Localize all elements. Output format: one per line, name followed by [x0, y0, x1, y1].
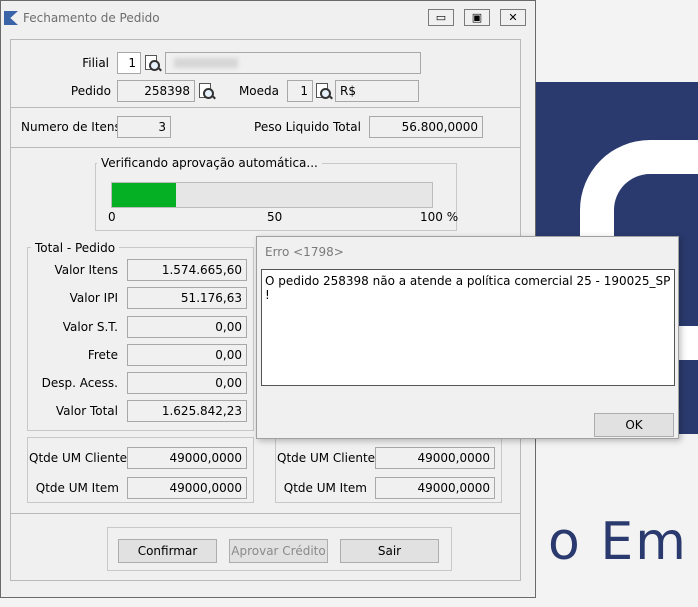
- qtde-um-cliente-field: 49000,0000: [375, 447, 495, 469]
- qtde-um-cliente-field: 49000,0000: [127, 447, 247, 469]
- moeda-symbol-field: R$: [335, 80, 419, 102]
- divider: [11, 147, 520, 148]
- qtde-um-item-field: 49000,0000: [127, 477, 247, 499]
- progress-fill: [112, 183, 176, 207]
- progress-title: Verificando aprovação automática...: [97, 156, 322, 170]
- confirmar-button[interactable]: Confirmar: [118, 539, 217, 563]
- progress-tick-50: 50: [267, 210, 283, 224]
- ok-button[interactable]: OK: [594, 413, 674, 437]
- valor-itens-label: Valor Itens: [54, 263, 118, 277]
- sair-button[interactable]: Sair: [340, 539, 439, 563]
- totals-title: Total - Pedido: [31, 241, 120, 255]
- minimize-button[interactable]: ▭: [428, 9, 454, 26]
- qtde-um-item-label: Qtde UM Item: [35, 481, 119, 495]
- maximize-icon: ▣: [471, 11, 483, 24]
- qtde-um-cliente-label: Qtde UM Cliente: [29, 451, 128, 465]
- valor-st-field: 0,00: [127, 316, 247, 338]
- window-title: Fechamento de Pedido: [23, 11, 160, 25]
- moeda-lookup-icon[interactable]: [314, 82, 333, 100]
- moeda-field: 1: [287, 80, 313, 102]
- valor-ipi-label: Valor IPI: [69, 291, 118, 305]
- aprovar-credito-button[interactable]: Aprovar Crédito: [229, 539, 328, 563]
- numero-itens-label: Numero de Itens: [21, 120, 121, 134]
- filial-lookup-icon[interactable]: [143, 54, 162, 72]
- numero-itens-field: 3: [117, 116, 171, 138]
- valor-ipi-field: 51.176,63: [127, 287, 247, 309]
- moeda-label: Moeda: [238, 84, 279, 98]
- peso-label: Peso Liquido Total: [254, 120, 361, 134]
- frete-label: Frete: [87, 348, 118, 362]
- progress-tick-0: 0: [108, 210, 116, 224]
- divider: [11, 107, 520, 108]
- valor-total-field: 1.625.842,23: [127, 400, 247, 422]
- background-text: o Em: [548, 512, 688, 572]
- close-button[interactable]: ✕: [500, 9, 526, 26]
- error-message-box: O pedido 258398 não a atende a política …: [261, 269, 675, 386]
- approval-progress-bar: [111, 182, 433, 208]
- progress-tick-100: 100 %: [420, 210, 459, 224]
- maximize-button[interactable]: ▣: [464, 9, 490, 26]
- valor-st-label: Valor S.T.: [62, 320, 118, 334]
- frete-field: 0,00: [127, 344, 247, 366]
- error-dialog-title: Erro <1798>: [265, 245, 344, 259]
- filial-name-field: [165, 52, 421, 74]
- qtde-um-cliente-label: Qtde UM Cliente: [277, 451, 376, 465]
- valor-total-label: Valor Total: [55, 404, 118, 418]
- minimize-icon: ▭: [435, 11, 447, 24]
- pedido-lookup-icon[interactable]: [197, 82, 216, 100]
- divider: [11, 513, 520, 514]
- error-dialog: Erro <1798> O pedido 258398 não a atende…: [256, 236, 679, 439]
- pedido-field: 258398: [117, 80, 195, 102]
- title-bar[interactable]: Fechamento de Pedido ▭ ▣ ✕: [1, 1, 535, 35]
- desp-acess-label: Desp. Acess.: [41, 376, 118, 390]
- peso-field: 56.800,0000: [369, 116, 483, 138]
- valor-itens-field: 1.574.665,60: [127, 259, 247, 281]
- redacted-filial-name: [174, 58, 238, 68]
- qtde-um-item-field: 49000,0000: [375, 477, 495, 499]
- desp-acess-field: 0,00: [127, 372, 247, 394]
- filial-label: Filial: [82, 56, 109, 70]
- qtde-um-item-label: Qtde UM Item: [283, 481, 367, 495]
- filial-input[interactable]: 1: [117, 52, 141, 74]
- close-icon: ✕: [508, 11, 518, 24]
- app-icon: [4, 11, 18, 25]
- pedido-label: Pedido: [70, 84, 111, 98]
